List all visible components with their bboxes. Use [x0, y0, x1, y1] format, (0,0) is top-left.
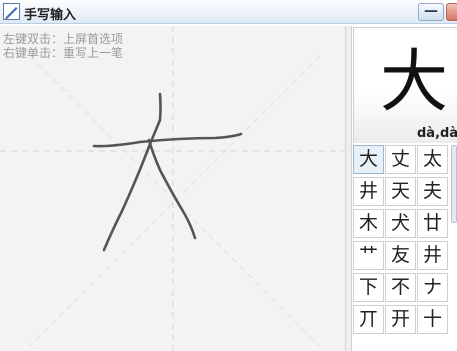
candidate-cell[interactable]: 井 [353, 177, 384, 206]
title-bar: 手写输入 — [0, 0, 457, 24]
hint-right-click: 右键单击：重写上一笔 [3, 46, 124, 60]
candidate-cell[interactable]: 友 [385, 241, 416, 270]
minimize-button[interactable]: — [418, 3, 444, 21]
candidate-cell[interactable]: 下 [353, 273, 384, 302]
candidate-cell[interactable]: 丈 [385, 145, 416, 174]
candidate-cell[interactable]: 天 [385, 177, 416, 206]
candidate-cell[interactable]: 木 [353, 209, 384, 238]
minimize-icon: — [424, 3, 438, 19]
preview-pinyin: dà,dài [417, 126, 457, 141]
candidate-cell[interactable]: 不 [385, 273, 416, 302]
preview-character: 大 [380, 43, 449, 122]
candidate-cell[interactable]: ナ [417, 273, 448, 302]
ink-strokes [92, 92, 243, 252]
window-title: 手写输入 [24, 8, 77, 23]
candidate-cell[interactable]: 廿 [417, 209, 448, 238]
candidate-cell[interactable]: 艹 [353, 241, 384, 270]
candidate-cell[interactable]: 太 [417, 145, 448, 174]
candidate-cell[interactable]: 开 [385, 305, 416, 334]
candidate-cell[interactable]: 大 [353, 145, 384, 174]
handwriting-pad[interactable]: 左键双击：上屏首选项 右键单击：重写上一笔 [0, 26, 346, 351]
candidate-cell[interactable]: 十 [417, 305, 448, 334]
candidate-cell[interactable]: 井 [417, 241, 448, 270]
close-button[interactable] [446, 3, 457, 21]
candidate-cell[interactable]: 犬 [385, 209, 416, 238]
candidate-scrollbar[interactable] [451, 145, 457, 223]
pane-divider[interactable] [346, 26, 352, 351]
candidate-cell[interactable]: 丌 [353, 305, 384, 334]
pen-icon [3, 3, 20, 20]
pad-canvas[interactable] [0, 26, 346, 351]
candidate-cell[interactable]: 夫 [417, 177, 448, 206]
recognition-preview: 大 dà,dài [353, 27, 457, 143]
